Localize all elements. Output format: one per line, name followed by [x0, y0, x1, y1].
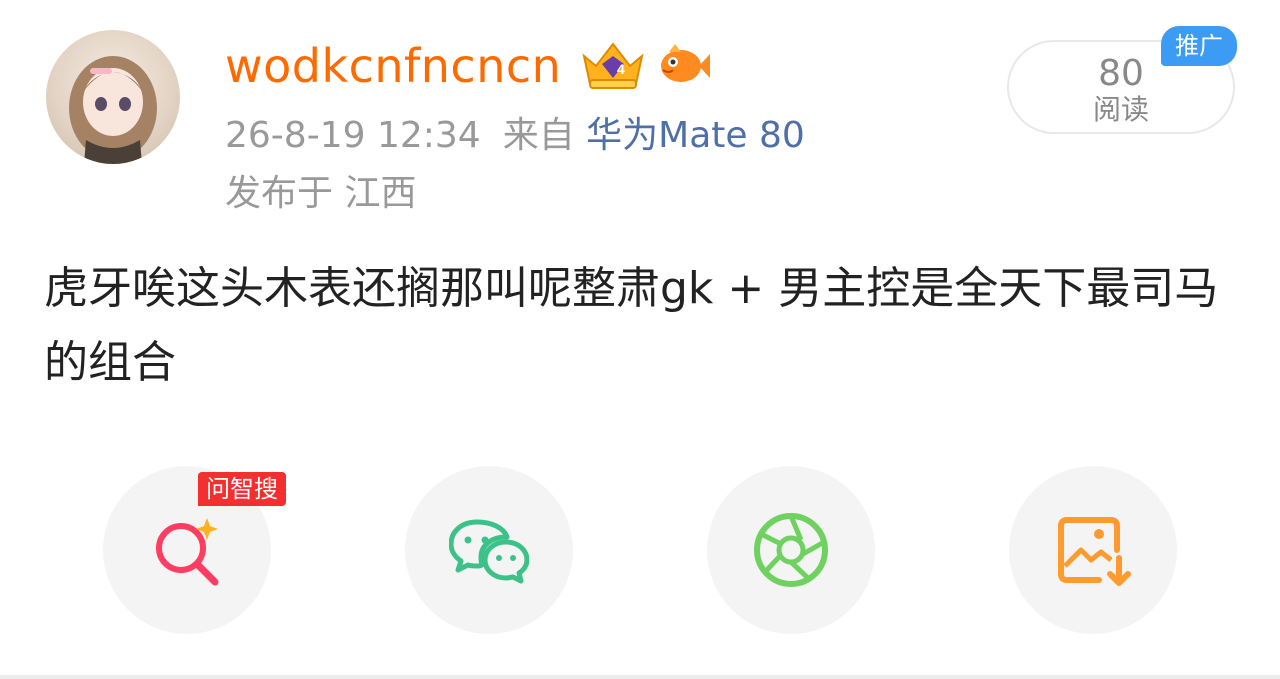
device-link[interactable]: 华为Mate 80 — [586, 115, 805, 156]
avatar[interactable] — [46, 30, 180, 164]
username[interactable]: wodkcnfncncn — [225, 36, 561, 96]
read-label: 阅读 — [1092, 93, 1149, 126]
post-meta: 26-8-19 12:34 来自 华为Mate 80 — [225, 112, 805, 160]
avatar-image — [69, 56, 157, 164]
post-text[interactable]: 虎牙唉这头木表还搁那叫呢整肃gk + 男主控是全天下最司马的组合 — [44, 252, 1234, 400]
ad-tag: 推广 — [1161, 26, 1237, 66]
post-timestamp: 26-8-19 12:34 — [225, 115, 481, 156]
share-moments-button[interactable] — [707, 466, 875, 634]
search-tag: 问智搜 — [198, 472, 286, 506]
vip-crown-badge-icon[interactable]: 4 — [580, 38, 646, 90]
save-image-button[interactable] — [1009, 466, 1177, 634]
fish-badge-icon[interactable] — [655, 38, 711, 90]
post-location: 发布于 江西 — [225, 173, 417, 214]
moments-aperture-icon — [754, 513, 828, 587]
wechat-icon — [449, 519, 529, 584]
source-prefix: 来自 — [502, 115, 575, 156]
smart-search-icon — [156, 518, 219, 586]
share-wechat-button[interactable] — [405, 466, 573, 634]
save-image-icon — [1058, 517, 1131, 586]
svg-text:4: 4 — [617, 61, 625, 77]
divider — [0, 675, 1280, 679]
